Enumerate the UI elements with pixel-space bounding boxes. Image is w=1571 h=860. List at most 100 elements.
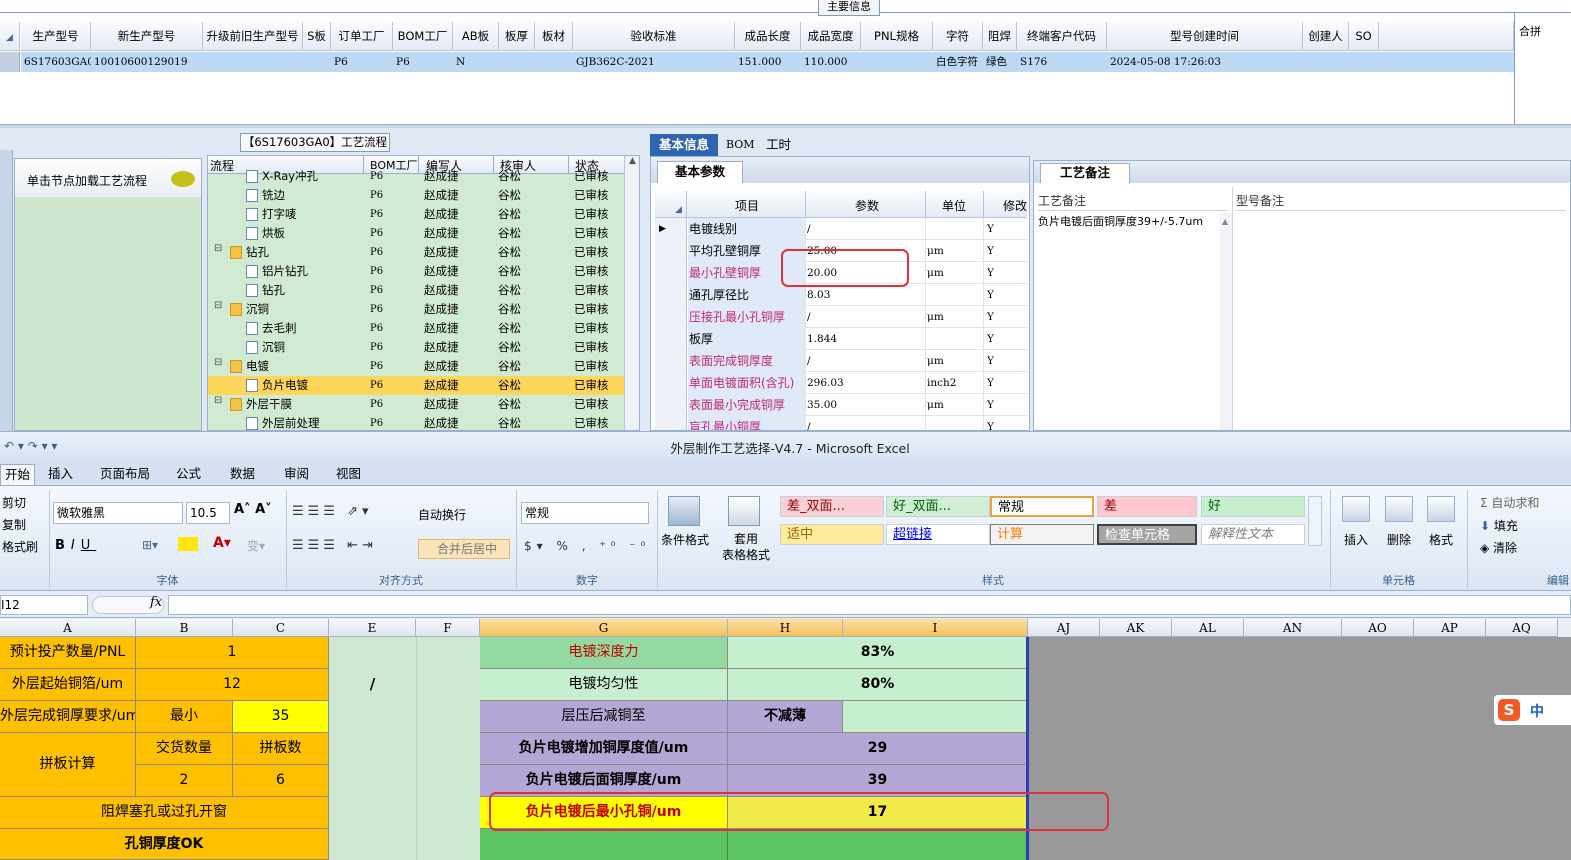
collapse-icon[interactable]: ⊟ bbox=[214, 395, 222, 406]
col-header-3[interactable]: S板 bbox=[303, 22, 331, 51]
col-header-5[interactable]: BOM工厂 bbox=[393, 22, 453, 51]
insert-cells-icon[interactable] bbox=[1342, 496, 1370, 522]
col-header-13[interactable]: 字符 bbox=[933, 22, 983, 51]
clear-button[interactable]: ◈ 清除 bbox=[1480, 539, 1517, 556]
font-name-select[interactable]: 微软雅黑 bbox=[53, 502, 183, 524]
param-row[interactable]: 压接孔最小孔铜厚 / μm Y bbox=[655, 306, 1027, 328]
row-indicator[interactable] bbox=[655, 284, 687, 306]
tab-basic-info[interactable]: 基本信息 bbox=[650, 134, 718, 156]
ribbon-tab-1[interactable]: 插入 bbox=[44, 464, 77, 485]
col-header-0[interactable]: 生产型号 bbox=[21, 22, 91, 51]
param-modify[interactable]: Y bbox=[987, 284, 1023, 306]
process-row[interactable]: ⊟ 钻孔 P6 赵成捷 谷松 已审核 bbox=[208, 243, 624, 262]
cell-h4[interactable]: 29 bbox=[728, 733, 1028, 765]
column-header-ao[interactable]: AO bbox=[1342, 619, 1414, 637]
param-value[interactable]: / bbox=[807, 218, 925, 240]
process-row[interactable]: 打字唛 P6 赵成捷 谷松 已审核 bbox=[208, 205, 624, 224]
column-header-b[interactable]: B bbox=[136, 619, 233, 637]
format-cells-button[interactable]: 格式 bbox=[1429, 531, 1453, 548]
cell-a7[interactable]: 孔铜厚度OK bbox=[0, 829, 329, 860]
col-header-11[interactable]: 成品宽度 bbox=[801, 22, 861, 51]
cell-1[interactable]: 10010600129019 bbox=[91, 52, 203, 72]
param-value[interactable]: / bbox=[807, 306, 925, 328]
cell-a1[interactable]: 预计投产数量/PNL bbox=[0, 637, 136, 669]
function-icon[interactable]: fx bbox=[150, 595, 162, 610]
cell-11[interactable]: 110.000 bbox=[801, 52, 861, 72]
column-header-al[interactable]: AL bbox=[1172, 619, 1244, 637]
cell-5[interactable]: P6 bbox=[393, 52, 453, 72]
process-row[interactable]: ⊟ 外层干膜 P6 赵成捷 谷松 已审核 bbox=[208, 395, 624, 414]
tab-process-note[interactable]: 工艺备注 bbox=[1040, 163, 1130, 183]
tab-work-hours[interactable]: 工时 bbox=[766, 134, 806, 156]
param-row[interactable]: 盲孔最小铜厚 / Y bbox=[655, 416, 1027, 430]
fill-color-icon[interactable] bbox=[178, 537, 198, 551]
collapse-icon[interactable]: ⊟ bbox=[214, 300, 222, 311]
copy-button[interactable]: 复制 bbox=[2, 516, 26, 533]
process-scrollbar[interactable]: ▲ bbox=[624, 156, 639, 430]
col-header-2[interactable]: 升级前旧生产型号 bbox=[203, 22, 303, 51]
format-cells-icon[interactable] bbox=[1427, 496, 1455, 522]
ribbon-tab-0[interactable]: 开始 bbox=[0, 464, 36, 485]
param-modify[interactable]: Y bbox=[987, 394, 1023, 416]
process-row[interactable]: 去毛刺 P6 赵成捷 谷松 已审核 bbox=[208, 319, 624, 338]
param-row[interactable]: 通孔厚径比 8.03 Y bbox=[655, 284, 1027, 306]
cell-h1[interactable]: 83% bbox=[728, 637, 1028, 669]
row-indicator[interactable] bbox=[655, 394, 687, 416]
ribbon-tab-4[interactable]: 数据 bbox=[226, 464, 259, 485]
col-header-1[interactable]: 新生产型号 bbox=[91, 22, 203, 51]
row-indicator[interactable]: ▶ bbox=[655, 218, 687, 240]
cell-i3[interactable] bbox=[843, 701, 1028, 733]
col-header-8[interactable]: 板材 bbox=[535, 22, 573, 51]
side-collapse-strip[interactable] bbox=[0, 150, 13, 431]
ribbon-tab-5[interactable]: 审阅 bbox=[280, 464, 313, 485]
cell-a6[interactable]: 阻焊塞孔或过孔开窗 bbox=[0, 797, 329, 829]
row-indicator[interactable] bbox=[655, 416, 687, 430]
row-indicator[interactable] bbox=[655, 350, 687, 372]
col-header-6[interactable]: AB板 bbox=[453, 22, 499, 51]
cell-e2[interactable]: / bbox=[329, 669, 416, 701]
formula-input[interactable] bbox=[168, 595, 1571, 615]
cell-6[interactable]: N bbox=[453, 52, 499, 72]
number-format-select[interactable]: 常规 bbox=[521, 502, 649, 524]
col-header-10[interactable]: 成品长度 bbox=[735, 22, 801, 51]
row-indicator[interactable] bbox=[655, 240, 687, 262]
cell-3[interactable] bbox=[303, 52, 331, 72]
collapse-icon[interactable]: ⊟ bbox=[214, 243, 222, 254]
cell-style-9[interactable]: 解释性文本 bbox=[1201, 524, 1305, 545]
delete-cells-button[interactable]: 删除 bbox=[1387, 531, 1411, 548]
col-header-16[interactable]: 型号创建时间 bbox=[1107, 22, 1303, 51]
cell-g3[interactable]: 层压后减铜至 bbox=[480, 701, 728, 733]
autosum-button[interactable]: Σ 自动求和 bbox=[1480, 494, 1539, 511]
cut-button[interactable]: 剪切 bbox=[2, 494, 26, 511]
font-size-select[interactable]: 10.5 bbox=[186, 502, 230, 524]
cell-17[interactable] bbox=[1303, 52, 1349, 72]
cell-style-0[interactable]: 差_双面... bbox=[780, 496, 884, 517]
process-row[interactable]: 铝片钻孔 P6 赵成捷 谷松 已审核 bbox=[208, 262, 624, 281]
col-header-18[interactable]: SO bbox=[1349, 22, 1379, 51]
cell-b1[interactable]: 1 bbox=[136, 637, 329, 669]
column-header-aq[interactable]: AQ bbox=[1486, 619, 1558, 637]
cell-b4[interactable]: 交货数量 bbox=[136, 733, 233, 765]
col-header-9[interactable]: 验收标准 bbox=[573, 22, 735, 51]
cell-h3[interactable]: 不减薄 bbox=[728, 701, 843, 733]
process-row[interactable]: 沉铜 P6 赵成捷 谷松 已审核 bbox=[208, 338, 624, 357]
cell-g1[interactable]: 电镀深度力 bbox=[480, 637, 728, 669]
row-indicator[interactable] bbox=[655, 372, 687, 394]
phonetic-icon[interactable]: 变▾ bbox=[247, 537, 265, 554]
cell-a4[interactable]: 拼板计算 bbox=[0, 733, 136, 797]
param-modify[interactable]: Y bbox=[987, 262, 1023, 284]
cell-a2[interactable]: 外层起始铜箔/um bbox=[0, 669, 136, 701]
param-value[interactable]: 1.844 bbox=[807, 328, 925, 350]
column-header-e[interactable]: E bbox=[329, 619, 416, 637]
cell-c4[interactable]: 拼板数 bbox=[233, 733, 329, 765]
delete-cells-icon[interactable] bbox=[1385, 496, 1413, 522]
note-text[interactable]: 负片电镀后面铜厚度39+/-5.7um bbox=[1038, 214, 1220, 230]
cell-c5[interactable]: 6 bbox=[233, 765, 329, 797]
undo-icon[interactable]: ↶ ▾ ↷ ▾ ▾ bbox=[4, 439, 57, 453]
param-value[interactable]: 8.03 bbox=[807, 284, 925, 306]
param-row[interactable]: ▶ 电镀线别 / Y bbox=[655, 218, 1027, 240]
merge-center-button[interactable]: 合并后居中 bbox=[418, 539, 510, 559]
column-header-ak[interactable]: AK bbox=[1100, 619, 1172, 637]
row-selector[interactable] bbox=[0, 52, 20, 72]
cell-style-3[interactable]: 差 bbox=[1097, 496, 1197, 517]
